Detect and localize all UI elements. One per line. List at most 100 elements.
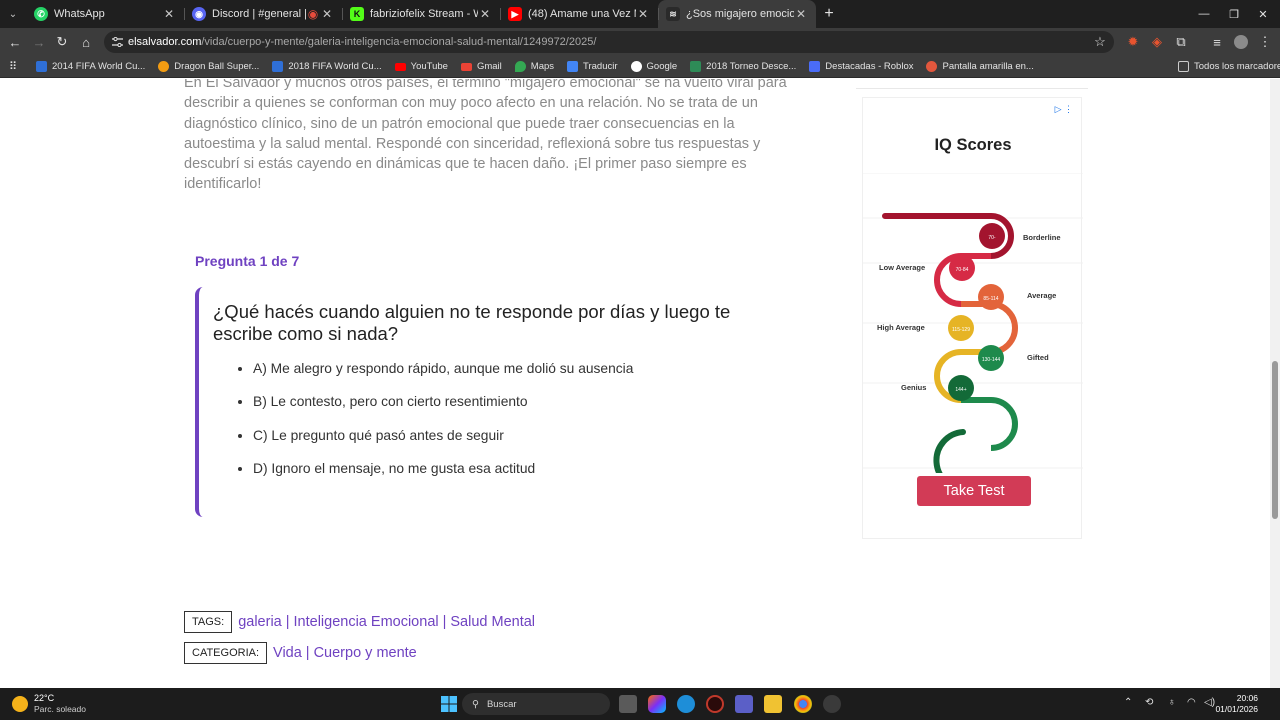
page-scrollbar[interactable] xyxy=(1270,79,1280,688)
tab-title: fabriziofelix Stream - Watch Live xyxy=(370,8,478,20)
tab-whatsapp[interactable]: ✆ WhatsApp ✕ xyxy=(26,0,184,28)
weather-condition: Parc. soleado xyxy=(34,704,86,714)
scrollbar-thumb[interactable] xyxy=(1272,361,1278,519)
bookmark-item[interactable]: 2018 FIFA World Cu... xyxy=(272,61,382,72)
chrome-icon[interactable] xyxy=(794,695,812,713)
tab-discord[interactable]: ◉ Discord | #general | Xddd ◉ ✕ xyxy=(184,0,342,28)
tab-youtube[interactable]: ▶ (48) Amame una Vez Más - YouTube ✕ xyxy=(500,0,658,28)
temperature: 22°C xyxy=(34,693,55,703)
back-icon[interactable]: ← xyxy=(4,28,26,56)
tag-link[interactable]: Inteligencia Emocional xyxy=(294,614,439,630)
separator: | xyxy=(305,645,310,661)
address-bar[interactable]: elsalvador.com/vida/cuerpo-y-mente/galer… xyxy=(104,31,1114,53)
site-info-icon[interactable] xyxy=(112,37,123,47)
bookmark-label: Maps xyxy=(530,61,555,72)
windows-start-icon[interactable] xyxy=(440,695,458,713)
separator: | xyxy=(285,614,290,630)
category-link[interactable]: Cuerpo y mente xyxy=(314,645,417,661)
copilot-icon[interactable] xyxy=(648,695,666,713)
bookmark-item[interactable]: Dragon Ball Super... xyxy=(158,61,259,72)
take-test-button[interactable]: Take Test xyxy=(917,476,1031,506)
close-window-icon[interactable]: ✕ xyxy=(1246,0,1280,28)
bookmark-item[interactable]: Gmail xyxy=(460,61,502,72)
microphone-icon[interactable]: ♁ xyxy=(1168,697,1176,708)
bookmark-label: Destacadas - Roblox xyxy=(825,61,914,72)
bookmark-label: Gmail xyxy=(476,61,502,72)
extension-shield-icon[interactable]: ◈ xyxy=(1146,28,1168,56)
bookmark-item[interactable]: Traducir xyxy=(567,61,618,72)
partly-sunny-icon xyxy=(12,696,28,712)
bookmark-item[interactable]: Destacadas - Roblox xyxy=(809,61,913,72)
search-placeholder: Buscar xyxy=(486,698,517,710)
tag-link[interactable]: galeria xyxy=(238,614,282,630)
close-tab-icon[interactable]: ✕ xyxy=(320,7,334,21)
taskbar-search[interactable]: ⚲ Buscar xyxy=(462,693,610,715)
iq-level-borderline: 70- xyxy=(979,223,1005,249)
network-sync-icon[interactable]: ⟲ xyxy=(1145,697,1153,708)
iq-range-label: 144+ xyxy=(955,387,966,393)
close-tab-icon[interactable]: ✕ xyxy=(636,7,650,21)
forward-icon[interactable]: → xyxy=(28,28,50,56)
all-bookmarks[interactable]: Todos los marcadores xyxy=(1178,61,1280,72)
media-control-icon[interactable]: ≡ xyxy=(1206,28,1228,56)
bookmark-favicon-icon xyxy=(926,61,938,72)
steam-icon[interactable] xyxy=(823,695,841,713)
volume-icon[interactable]: ◁) xyxy=(1204,697,1215,708)
adchoices-icon[interactable]: ▷ ⋮ xyxy=(1055,104,1073,115)
kick-icon: K xyxy=(350,7,364,21)
close-tab-icon[interactable]: ✕ xyxy=(794,7,808,21)
iq-level-low-average: 70-84 xyxy=(949,255,975,281)
bookmark-label: 2018 Torneo Desce... xyxy=(706,61,797,72)
separator: | xyxy=(442,614,447,630)
tab-kick[interactable]: K fabriziofelix Stream - Watch Live ✕ xyxy=(342,0,500,28)
file-explorer-icon[interactable] xyxy=(764,695,782,713)
bookmark-label: 2014 FIFA World Cu... xyxy=(52,61,146,72)
bookmark-star-icon[interactable]: ☆ xyxy=(1089,28,1111,56)
answer-option-d[interactable]: D) Ignoro el mensaje, no me gusta esa ac… xyxy=(253,459,633,492)
bookmark-item[interactable]: Maps xyxy=(514,61,555,72)
extension-fire-icon[interactable]: ✹ xyxy=(1122,28,1144,56)
profile-avatar-icon[interactable] xyxy=(1230,28,1252,56)
clock-time: 20:06 xyxy=(1236,693,1258,703)
all-bookmarks-label: Todos los marcadores xyxy=(1194,61,1280,72)
tag-link[interactable]: Salud Mental xyxy=(450,614,535,630)
show-hidden-icons[interactable]: ⌃ xyxy=(1124,697,1132,708)
bookmark-label: 2018 FIFA World Cu... xyxy=(288,61,382,72)
tab-elsalvador[interactable]: ≋ ¿Sos migajero emocional? Descubrí ✕ xyxy=(658,0,816,28)
bookmarks-bar: ⠿ 2014 FIFA World Cu... Dragon Ball Supe… xyxy=(0,56,1280,78)
tab-search-chevron-icon[interactable]: ⌄ xyxy=(0,0,26,28)
wifi-icon[interactable]: ◠ xyxy=(1187,697,1196,708)
answer-option-b[interactable]: B) Le contesto, pero con cierto resentim… xyxy=(253,392,633,425)
bookmark-item[interactable]: 2014 FIFA World Cu... xyxy=(36,61,145,72)
reload-icon[interactable]: ↻ xyxy=(51,28,73,56)
bookmark-favicon-icon xyxy=(272,61,284,72)
bookmark-item[interactable]: 2018 Torneo Desce... xyxy=(690,61,796,72)
iq-level-name: Low Average xyxy=(879,263,925,272)
minimize-icon[interactable]: — xyxy=(1187,0,1221,28)
bookmark-label: YouTube xyxy=(410,61,448,72)
close-tab-icon[interactable]: ✕ xyxy=(162,7,176,21)
apps-grid-icon[interactable]: ⠿ xyxy=(0,56,26,78)
browser-menu-icon[interactable]: ⋮ xyxy=(1254,28,1276,56)
weather-widget[interactable]: 22°C Parc. soleado xyxy=(12,693,86,715)
category-link[interactable]: Vida xyxy=(273,645,302,661)
answer-option-a[interactable]: A) Me alegro y respondo rápido, aunque m… xyxy=(253,359,633,392)
app-red-icon[interactable] xyxy=(706,695,724,713)
extensions-puzzle-icon[interactable]: ⧉ xyxy=(1170,28,1192,56)
bookmark-favicon-icon xyxy=(630,61,642,72)
teams-icon[interactable] xyxy=(735,695,753,713)
close-tab-icon[interactable]: ✕ xyxy=(478,7,492,21)
tab-title: WhatsApp xyxy=(54,8,105,20)
bookmark-item[interactable]: Pantalla amarilla en... xyxy=(926,61,1034,72)
bookmark-favicon-icon xyxy=(394,62,406,71)
bookmark-item[interactable]: YouTube xyxy=(394,61,448,72)
new-tab-icon[interactable]: + xyxy=(816,0,842,28)
task-view-icon[interactable] xyxy=(619,695,637,713)
system-clock[interactable]: 20:06 01/01/2026 xyxy=(1215,693,1258,715)
home-icon[interactable]: ⌂ xyxy=(75,28,97,56)
browser-toolbar: ← → ↻ ⌂ elsalvador.com/vida/cuerpo-y-men… xyxy=(0,28,1280,56)
iq-test-ad[interactable]: ▷ ⋮ IQ Scores 70- 70-84 85-114 115-129 1… xyxy=(862,97,1083,539)
bookmark-item[interactable]: Google xyxy=(630,61,677,72)
edge-icon[interactable] xyxy=(677,695,695,713)
answer-option-c[interactable]: C) Le pregunto qué pasó antes de seguir xyxy=(253,426,633,459)
